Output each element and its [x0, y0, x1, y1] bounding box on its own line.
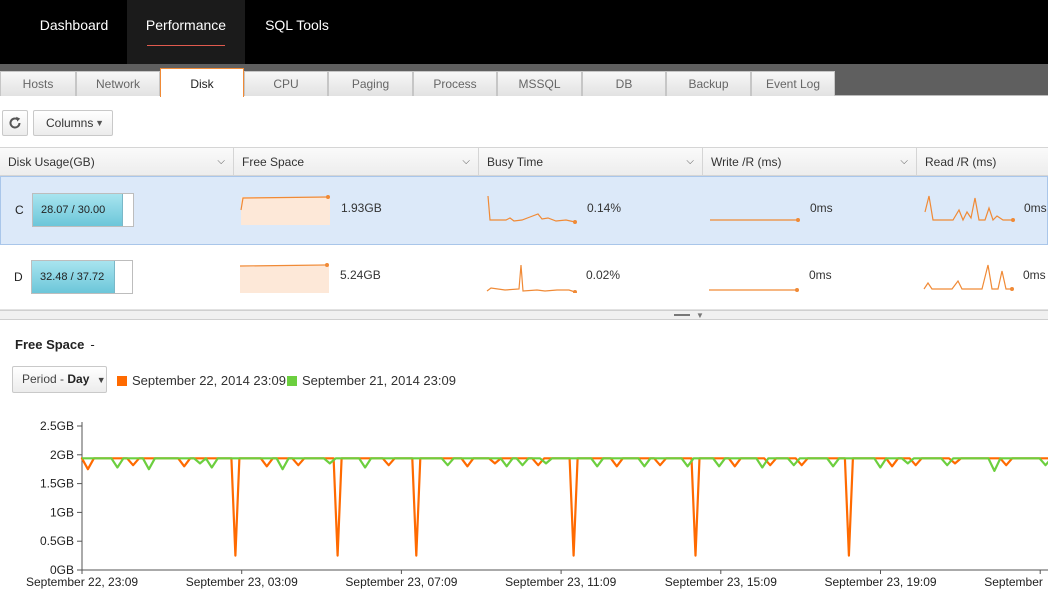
disk-usage-bar: 32.48 / 37.72: [31, 260, 133, 294]
tab-db[interactable]: DB: [582, 71, 666, 96]
x-tick-label: September 23, 03:09: [186, 575, 298, 589]
splitter-grip[interactable]: [674, 314, 690, 316]
tab-backup[interactable]: Backup: [666, 71, 751, 96]
refresh-button[interactable]: [2, 110, 28, 136]
write-sparkline: [709, 288, 799, 292]
legend-item-current[interactable]: September 22, 2014 23:09: [117, 373, 286, 388]
panel-splitter[interactable]: ▼: [0, 310, 1048, 320]
top-nav: Dashboard Performance SQL Tools: [0, 0, 1048, 64]
free-space-sparkline: [239, 263, 329, 293]
legend-label: September 22, 2014 23:09: [132, 373, 286, 388]
tab-network[interactable]: Network: [76, 71, 160, 96]
drive-letter: D: [14, 270, 23, 284]
legend-label: September 21, 2014 23:09: [302, 373, 456, 388]
free-space-chart: 0GB0.5GB1GB1.5GB2GB2.5GBSeptember 22, 23…: [26, 419, 1048, 589]
caret-down-icon[interactable]: ▼: [696, 311, 704, 320]
write-value: 0ms: [809, 268, 832, 282]
drive-letter: C: [15, 203, 24, 217]
tab-disk[interactable]: Disk: [160, 68, 244, 97]
column-header-busy-time[interactable]: Busy Time ⌵: [479, 148, 703, 176]
column-header-label: Busy Time: [487, 155, 544, 169]
series-line-current: [80, 457, 1048, 557]
tab-bar: Hosts Network Disk CPU Paging Process MS…: [0, 64, 1048, 97]
series-line-previous: [82, 457, 1048, 473]
chevron-down-icon[interactable]: ⌵: [462, 148, 470, 176]
column-header-write[interactable]: Write /R (ms) ⌵: [703, 148, 917, 176]
free-space-value: 1.93GB: [341, 201, 382, 215]
x-tick-label: September 23, 11:09: [505, 575, 617, 589]
read-sparkline: [924, 195, 1015, 222]
x-tick-label: September 22, 23:09: [26, 575, 138, 589]
table-row[interactable]: D 32.48 / 37.72 5.24GB 0.02% 0ms 0ms: [0, 244, 1048, 310]
refresh-icon: [9, 116, 21, 129]
panel-title-text: Free Space: [15, 337, 85, 352]
active-nav-underline: [147, 45, 225, 46]
busy-time-sparkline: [486, 264, 577, 293]
nav-dashboard[interactable]: Dashboard: [26, 0, 122, 64]
x-tick-label: September: [984, 575, 1043, 589]
busy-time-sparkline: [487, 195, 577, 224]
read-value: 0ms: [1024, 201, 1047, 215]
nav-performance-label: Performance: [145, 17, 227, 33]
x-tick-label: September 23, 19:09: [825, 575, 937, 589]
columns-button-label: Columns: [46, 116, 94, 130]
y-tick-label: 1GB: [50, 505, 74, 519]
column-header-label: Read /R (ms): [925, 155, 997, 169]
table-row[interactable]: C 28.07 / 30.00 1.93GB 0.14% 0ms 0ms: [0, 176, 1048, 245]
caret-down-icon: ▼: [96, 375, 106, 385]
tab-cpu[interactable]: CPU: [244, 71, 328, 96]
column-header-read[interactable]: Read /R (ms): [917, 148, 1048, 176]
tab-hosts[interactable]: Hosts: [0, 71, 76, 96]
busy-time-value: 0.14%: [587, 201, 622, 215]
tab-event-log[interactable]: Event Log: [751, 71, 835, 96]
chevron-down-icon[interactable]: ⌵: [686, 148, 694, 176]
period-dropdown[interactable]: Period - Day ▼: [12, 366, 107, 393]
write-value: 0ms: [810, 201, 833, 215]
disk-usage-bar: 28.07 / 30.00: [32, 193, 134, 227]
busy-time-value: 0.02%: [586, 268, 621, 282]
read-sparkline: [923, 264, 1014, 291]
caret-down-icon: ▼: [95, 118, 104, 128]
column-header-label: Free Space: [242, 155, 305, 169]
grid-header: Disk Usage(GB) ⌵ Free Space ⌵ Busy Time …: [0, 147, 1048, 176]
column-header-disk-usage[interactable]: Disk Usage(GB) ⌵: [0, 148, 234, 176]
y-tick-label: 1.5GB: [40, 477, 74, 491]
read-value: 0ms: [1023, 268, 1046, 282]
y-tick-label: 0.5GB: [40, 534, 74, 548]
chevron-down-icon[interactable]: ⌵: [900, 148, 908, 176]
columns-button[interactable]: Columns ▼: [33, 110, 113, 136]
free-space-sparkline: [240, 195, 330, 225]
write-sparkline: [710, 218, 800, 222]
chevron-down-icon[interactable]: ⌵: [217, 148, 225, 176]
panel-title: Free Space -: [15, 337, 95, 352]
disk-usage-text: 32.48 / 37.72: [40, 271, 105, 283]
period-value: Day: [67, 372, 90, 386]
column-header-label: Disk Usage(GB): [8, 155, 95, 169]
x-tick-label: September 23, 15:09: [665, 575, 777, 589]
column-header-label: Write /R (ms): [711, 155, 782, 169]
panel-title-suffix: -: [90, 337, 95, 352]
x-tick-label: September 23, 07:09: [345, 575, 457, 589]
free-space-value: 5.24GB: [340, 268, 381, 282]
legend-item-previous[interactable]: September 21, 2014 23:09: [287, 373, 456, 388]
nav-sql-tools[interactable]: SQL Tools: [250, 0, 344, 64]
y-tick-label: 2.5GB: [40, 419, 74, 433]
nav-performance[interactable]: Performance: [127, 0, 245, 64]
disk-usage-text: 28.07 / 30.00: [41, 204, 106, 216]
legend-swatch: [287, 376, 297, 386]
column-header-free-space[interactable]: Free Space ⌵: [234, 148, 479, 176]
tab-paging[interactable]: Paging: [328, 71, 413, 96]
y-tick-label: 2GB: [50, 448, 74, 462]
period-prefix: Period -: [22, 372, 68, 386]
tab-process[interactable]: Process: [413, 71, 497, 96]
legend-swatch: [117, 376, 127, 386]
tab-mssql[interactable]: MSSQL: [497, 71, 582, 96]
